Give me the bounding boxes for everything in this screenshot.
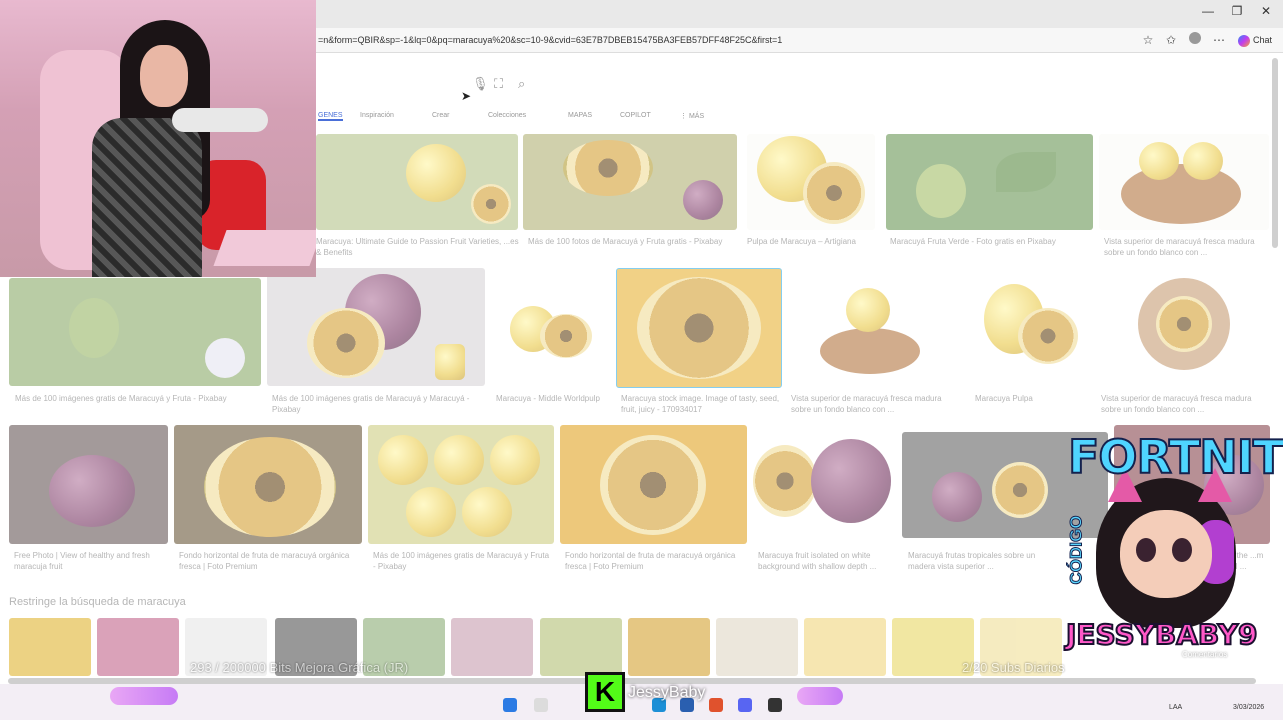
result-caption[interactable]: Vista superior de maracuyá fresca madura…	[791, 393, 957, 417]
streamer-face	[140, 45, 188, 107]
result-caption[interactable]: Maracuya Pulpa	[975, 393, 1085, 405]
search-icon[interactable]: ⌕	[518, 76, 525, 92]
result-thumbnail[interactable]	[9, 278, 261, 386]
visual-search-icon[interactable]: ⛶	[494, 76, 503, 92]
result-thumbnail[interactable]	[490, 268, 610, 386]
tab-inspiration[interactable]: Inspiración	[360, 112, 394, 119]
result-thumbnail[interactable]	[747, 134, 875, 230]
result-caption[interactable]: Fondo horizontal de fruta de maracuyá or…	[179, 550, 361, 574]
start-icon[interactable]	[503, 698, 517, 712]
tab-collections[interactable]: Colecciones	[488, 112, 526, 119]
result-caption[interactable]: Maracuya - Middle Worldpulp	[496, 393, 606, 417]
bits-goal-text: 293 / 200000 Bits Mejora Gráfica (JR)	[190, 660, 409, 675]
close-button[interactable]: ✕	[1256, 4, 1276, 18]
search-taskbar-icon[interactable]	[534, 698, 548, 712]
result-thumbnail[interactable]	[964, 268, 1096, 386]
overlay-pill-right	[797, 687, 843, 705]
vertical-scrollbar[interactable]	[1272, 58, 1278, 248]
tab-more[interactable]: ⋮ MÁS	[680, 112, 704, 120]
tab-maps[interactable]: MAPAS	[568, 112, 592, 119]
result-caption[interactable]: Maracuya fruit isolated on white backgro…	[758, 550, 898, 574]
streamer-brand-overlay: FORTNITE CÓDIGO JESSYBABY9	[1048, 429, 1283, 665]
url-field[interactable]: =n&form=QBIR&sp=-1&lq=0&pq=maracuya%20&s…	[318, 30, 1118, 50]
result-thumbnail[interactable]	[316, 134, 518, 230]
streamer-name: JessyBaby	[628, 684, 706, 701]
result-thumbnail[interactable]	[523, 134, 737, 230]
refine-thumbnail[interactable]	[540, 618, 622, 676]
result-caption[interactable]: Más de 100 imágenes gratis de Maracuyá y…	[15, 393, 260, 405]
avatar-eye	[1136, 538, 1156, 562]
result-thumbnail[interactable]	[886, 134, 1093, 230]
result-thumbnail[interactable]	[174, 425, 362, 544]
tab-create[interactable]: Crear	[432, 112, 450, 119]
result-caption[interactable]: Free Photo | View of healthy and fresh m…	[14, 550, 168, 574]
brand-codigo: CÓDIGO	[1066, 515, 1086, 585]
microphone-icon[interactable]: 🎙	[472, 76, 489, 92]
result-thumbnail[interactable]	[9, 425, 168, 544]
refine-thumbnail[interactable]	[716, 618, 798, 676]
profile-icon[interactable]	[1187, 32, 1203, 48]
brand-name: JESSYBABY9	[1065, 617, 1258, 652]
result-caption[interactable]: Maracuyá frutas tropicales sobre un made…	[908, 550, 1058, 574]
maximize-button[interactable]: ❐	[1227, 4, 1247, 18]
result-caption[interactable]: Maracuya stock image. Image of tasty, se…	[621, 393, 781, 417]
result-thumbnail[interactable]	[786, 268, 956, 386]
copilot-icon	[1238, 34, 1250, 47]
keyboard	[213, 230, 316, 266]
result-caption[interactable]: Vista superior de maracuyá fresca madura…	[1104, 236, 1270, 260]
refine-thumbnail[interactable]	[97, 618, 179, 676]
result-caption[interactable]: Maracuya: Ultimate Guide to Passion Frui…	[316, 236, 521, 260]
refine-thumbnail[interactable]	[628, 618, 710, 676]
microphone-arm	[172, 108, 268, 132]
result-caption[interactable]: Más de 100 imágenes gratis de Maracuyá y…	[373, 550, 553, 574]
result-thumbnail[interactable]	[1100, 268, 1270, 386]
refine-search-title: Restringe la búsqueda de maracuya	[9, 596, 186, 608]
webcam-overlay	[0, 0, 316, 277]
copilot-chat-button[interactable]: Chat	[1238, 32, 1272, 48]
avatar-eye	[1172, 538, 1192, 562]
result-thumbnail[interactable]	[753, 435, 897, 537]
result-thumbnail[interactable]	[1099, 134, 1269, 230]
refine-thumbnail[interactable]	[451, 618, 533, 676]
kick-logo: K	[585, 672, 625, 712]
chat-label: Chat	[1253, 35, 1273, 45]
language-indicator[interactable]: LAA	[1169, 704, 1182, 711]
minimize-button[interactable]: —	[1198, 4, 1218, 18]
more-options-icon[interactable]: ⋯	[1211, 32, 1227, 48]
result-caption[interactable]: Maracuyá Fruta Verde - Foto gratis en Pi…	[890, 236, 1095, 248]
discord-icon[interactable]	[738, 698, 752, 712]
result-thumbnail[interactable]	[267, 268, 485, 386]
brave-icon[interactable]	[709, 698, 723, 712]
result-caption[interactable]: Más de 100 fotos de Maracuyá y Fruta gra…	[528, 236, 733, 260]
mouse-cursor-icon: ➤	[461, 89, 472, 103]
brand-game-title: FORTNITE	[1067, 429, 1283, 485]
refine-thumbnail[interactable]	[804, 618, 886, 676]
result-caption[interactable]: Pulpa de Maracuya – Artigiana	[747, 236, 877, 248]
avatar-face	[1120, 510, 1212, 598]
obs-icon[interactable]	[768, 698, 782, 712]
tab-copilot[interactable]: COPILOT	[620, 112, 651, 119]
result-caption[interactable]: Más de 100 imágenes gratis de Maracuyá y…	[272, 393, 482, 417]
streamer-body	[92, 118, 202, 277]
result-thumbnail[interactable]	[616, 268, 782, 388]
clock-date[interactable]: 3/03/2026	[1233, 704, 1264, 711]
favorite-star-icon[interactable]: ☆	[1140, 32, 1156, 48]
tab-images[interactable]: GENES	[318, 112, 343, 121]
kick-letter: K	[588, 675, 622, 709]
result-thumbnail[interactable]	[368, 425, 554, 544]
result-caption[interactable]: Fondo horizontal de fruta de maracuyá or…	[565, 550, 745, 574]
result-caption[interactable]: Vista superior de maracuyá fresca madura…	[1101, 393, 1269, 417]
overlay-pill-left	[110, 687, 178, 705]
favorites-icon[interactable]: ✩	[1163, 32, 1179, 48]
result-thumbnail[interactable]	[560, 425, 747, 544]
refine-thumbnail[interactable]	[9, 618, 91, 676]
